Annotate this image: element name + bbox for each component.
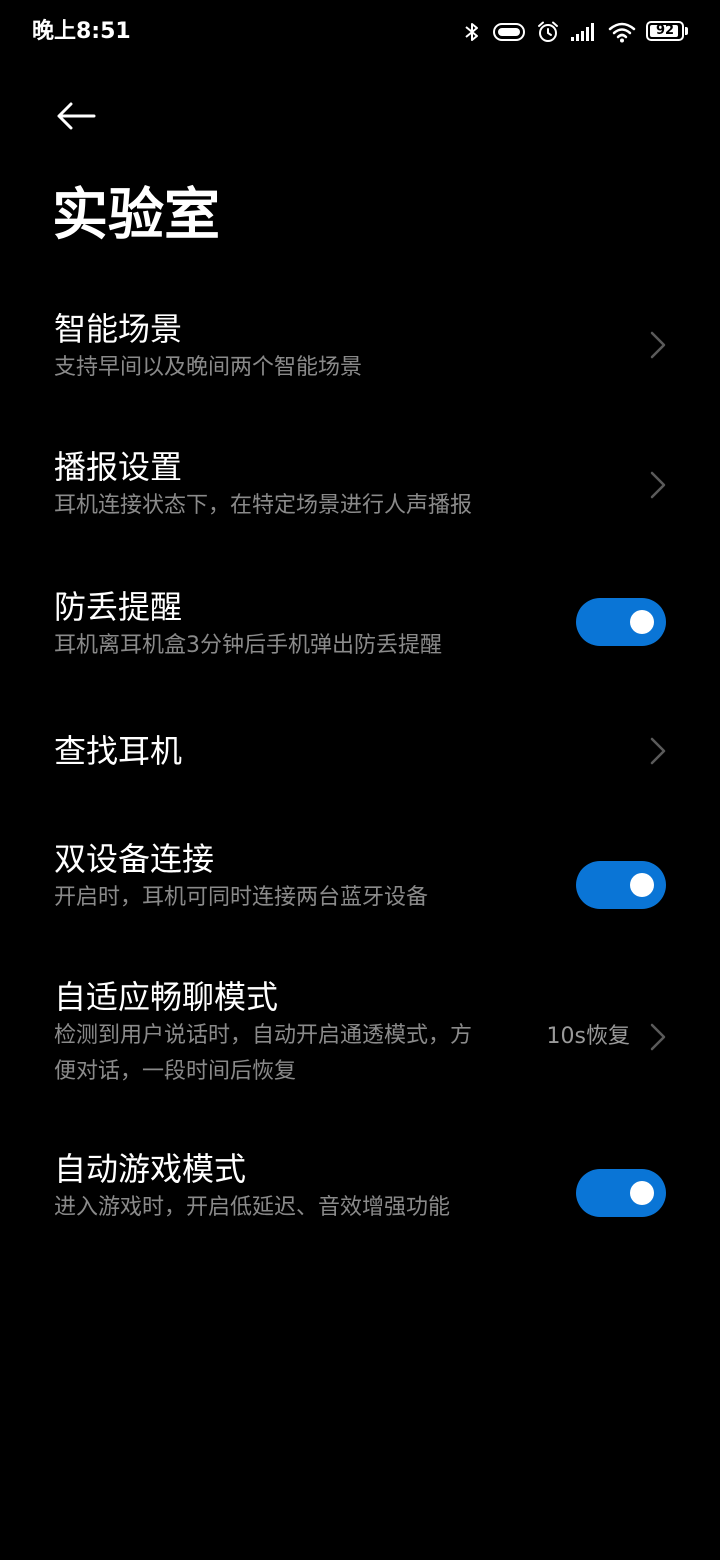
setting-description: 进入游戏时，开启低延迟、音效增强功能 [54,1195,451,1220]
dual-device-toggle[interactable] [576,861,666,909]
setting-broadcast[interactable]: 播报设置 耳机连接状态下，在特定场景进行人声播报 [0,430,720,568]
auto-game-toggle[interactable] [576,1169,666,1217]
page-title: 实验室 [52,183,220,248]
status-icons: 92 [462,18,690,46]
setting-auto-game: 自动游戏模式 进入游戏时，开启低延迟、音效增强功能 [0,1128,720,1268]
setting-title: 播报设置 [54,448,183,486]
setting-description-line-2: 便对话，一段时间后恢复 [54,1059,297,1084]
wifi-icon [608,21,636,43]
back-button[interactable] [44,92,110,144]
settings-list: 智能场景 支持早间以及晚间两个智能场景 播报设置 耳机连接状态下，在特定场景进行… [0,290,720,1268]
setting-title: 自动游戏模式 [54,1150,247,1188]
chevron-right-icon [650,331,666,359]
arrow-left-icon [56,101,96,135]
anti-loss-toggle[interactable] [576,598,666,646]
battery-icon: 92 [646,21,690,43]
adaptive-chat-value: 10s恢复 [546,1024,630,1049]
setting-description: 支持早间以及晚间两个智能场景 [54,355,363,380]
setting-title: 查找耳机 [54,732,183,770]
setting-title: 防丢提醒 [54,588,183,626]
setting-description: 耳机连接状态下，在特定场景进行人声播报 [54,493,473,518]
chevron-right-icon [650,1023,666,1051]
setting-title: 自适应畅聊模式 [54,978,279,1016]
bluetooth-icon [462,20,482,44]
setting-description: 开启时，耳机可同时连接两台蓝牙设备 [54,885,429,910]
setting-title: 智能场景 [54,310,183,348]
setting-smart-scene[interactable]: 智能场景 支持早间以及晚间两个智能场景 [0,290,720,430]
alarm-icon [536,20,560,44]
setting-anti-loss: 防丢提醒 耳机离耳机盒3分钟后手机弹出防丢提醒 [0,568,720,708]
toggle-knob [630,873,654,897]
setting-dual-device: 双设备连接 开启时，耳机可同时连接两台蓝牙设备 [0,816,720,954]
setting-adaptive-chat[interactable]: 自适应畅聊模式 检测到用户说话时，自动开启通透模式，方 便对话，一段时间后恢复 … [0,954,720,1128]
setting-description: 耳机离耳机盒3分钟后手机弹出防丢提醒 [54,633,442,658]
battery-level: 92 [655,23,675,38]
chevron-right-icon [650,471,666,499]
status-bar: 晚上8:51 92 [0,0,720,64]
headset-battery-icon [492,21,526,43]
toggle-knob [630,610,654,634]
toggle-knob [630,1181,654,1205]
signal-icon [570,22,598,42]
chevron-right-icon [650,737,666,765]
status-time: 晚上8:51 [32,19,131,44]
setting-title: 双设备连接 [54,840,215,878]
setting-find-earbuds[interactable]: 查找耳机 [0,708,720,816]
